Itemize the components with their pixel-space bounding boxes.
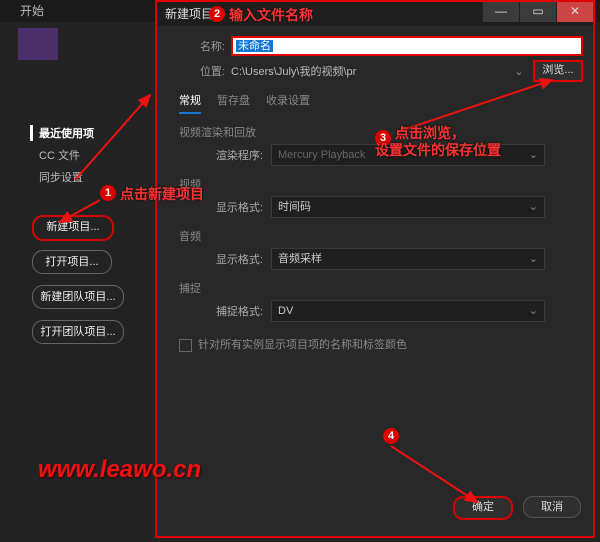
annotation-badge-4: 4 — [383, 428, 399, 444]
tab-ingest[interactable]: 收录设置 — [266, 92, 310, 114]
app-logo — [18, 28, 58, 60]
tab-scratch[interactable]: 暂存盘 — [217, 92, 250, 114]
video-format-select[interactable]: 时间码⌄ — [271, 196, 545, 218]
chevron-down-icon[interactable]: ⌄ — [511, 65, 527, 78]
open-project-button[interactable]: 打开项目... — [32, 250, 112, 274]
chevron-down-icon: ⌄ — [529, 301, 538, 321]
maximize-icon[interactable]: ▭ — [519, 2, 556, 22]
close-icon[interactable]: ✕ — [556, 2, 593, 22]
sidebar-item-cc[interactable]: CC 文件 — [30, 147, 150, 163]
name-input-value: 未命名 — [236, 40, 273, 52]
new-project-button[interactable]: 新建项目... — [32, 215, 114, 241]
section-video-title: 视频 — [179, 176, 583, 192]
browse-button[interactable]: 浏览... — [533, 60, 583, 82]
checkbox-row[interactable]: 针对所有实例显示项目项的名称和标签颜色 — [179, 336, 583, 352]
open-team-project-button[interactable]: 打开团队项目... — [32, 320, 124, 344]
tabs: 常规 暂存盘 收录设置 — [179, 92, 583, 114]
tab-general[interactable]: 常规 — [179, 92, 201, 114]
ok-button[interactable]: 确定 — [453, 496, 513, 520]
minimize-icon[interactable]: — — [482, 2, 519, 22]
chevron-down-icon: ⌄ — [529, 249, 538, 269]
sidebar-item-sync[interactable]: 同步设置 — [30, 169, 150, 185]
checkbox-label: 针对所有实例显示项目项的名称和标签颜色 — [198, 339, 407, 351]
new-project-dialog: 新建项目 — ▭ ✕ 名称: 未命名 位置: C:\Users\July\我的视… — [155, 0, 595, 538]
app-title: 开始 — [20, 4, 44, 18]
chevron-down-icon: ⌄ — [529, 145, 538, 165]
audio-format-select[interactable]: 音频采样⌄ — [271, 248, 545, 270]
new-team-project-button[interactable]: 新建团队项目... — [32, 285, 124, 309]
chevron-down-icon: ⌄ — [529, 197, 538, 217]
capture-format-select[interactable]: DV⌄ — [271, 300, 545, 322]
location-value: C:\Users\July\我的视频\pr — [231, 63, 511, 79]
sidebar-header: 最近使用项 — [30, 125, 150, 141]
dialog-title: 新建项目 — [165, 7, 213, 21]
name-label: 名称: — [167, 38, 225, 54]
cancel-button[interactable]: 取消 — [523, 496, 581, 518]
video-format-label: 显示格式: — [197, 199, 263, 215]
section-capture-title: 捕捉 — [179, 280, 583, 296]
annotation-text-1: 点击新建项目 — [120, 184, 204, 204]
renderer-label: 渲染程序: — [197, 147, 263, 163]
name-input[interactable]: 未命名 — [231, 36, 583, 56]
capture-format-label: 捕捉格式: — [197, 303, 263, 319]
section-audio-title: 音频 — [179, 228, 583, 244]
annotation-badge-2: 2 — [209, 6, 225, 22]
annotation-text-2: 输入文件名称 — [229, 5, 313, 25]
checkbox-icon[interactable] — [179, 339, 192, 352]
audio-format-label: 显示格式: — [197, 251, 263, 267]
sidebar: 最近使用项 CC 文件 同步设置 — [30, 125, 150, 191]
annotation-badge-1: 1 — [100, 185, 116, 201]
watermark: www.leawo.cn — [38, 456, 201, 484]
annotation-text-3b: 设置文件的保存位置 — [375, 140, 501, 160]
location-label: 位置: — [167, 63, 225, 79]
